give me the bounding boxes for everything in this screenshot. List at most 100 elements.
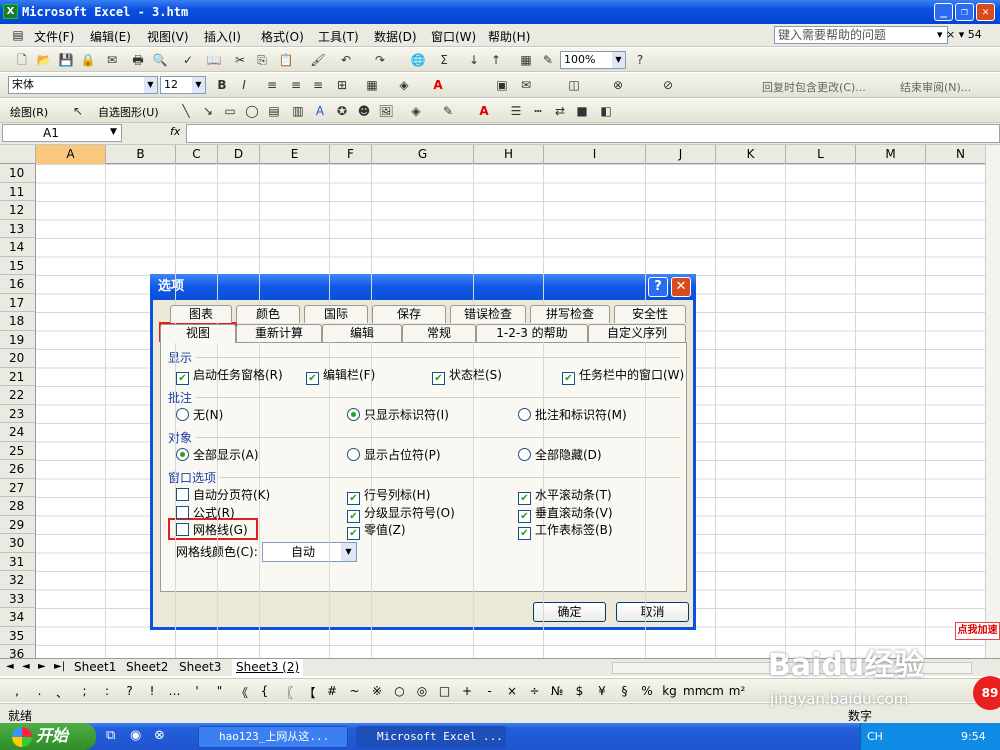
menu-view[interactable]: 视图(V): [147, 28, 189, 45]
window-option-9[interactable]: ✔ 工作表标签(B): [518, 522, 613, 540]
menu-format[interactable]: 格式(O): [261, 28, 304, 45]
arrow-icon[interactable]: ↘: [200, 103, 216, 119]
pointer-icon[interactable]: ↖: [70, 103, 86, 119]
row-header-16[interactable]: 16: [0, 275, 36, 294]
checkbox-icon[interactable]: [176, 488, 189, 501]
line-icon[interactable]: ╲: [178, 103, 194, 119]
italic-icon[interactable]: I: [236, 77, 252, 93]
column-header-g[interactable]: G: [372, 145, 474, 164]
symbol-button[interactable]: cm: [706, 684, 724, 698]
dialog-tab-6[interactable]: 拼写检查: [530, 305, 610, 323]
show-option-4[interactable]: ✔ 任务栏中的窗口(W): [562, 367, 684, 385]
permission-icon[interactable]: 🔒: [80, 52, 96, 68]
checkbox-icon[interactable]: ✔: [562, 372, 575, 385]
menu-insert[interactable]: 插入(I): [204, 28, 241, 45]
next-sheet-icon[interactable]: ►: [38, 661, 46, 672]
cancel-button[interactable]: 取消: [616, 602, 689, 622]
save-icon[interactable]: 💾: [58, 52, 74, 68]
name-box[interactable]: A1: [2, 124, 122, 142]
diagram-icon[interactable]: ✪: [334, 103, 350, 119]
row-header-17[interactable]: 17: [0, 293, 36, 312]
select-all[interactable]: [0, 145, 36, 164]
autosum-icon[interactable]: Σ: [436, 52, 452, 68]
column-header-d[interactable]: D: [218, 145, 260, 164]
print-icon[interactable]: 🖶: [130, 52, 146, 68]
rectangle-icon[interactable]: ▭: [222, 103, 238, 119]
window-option-8[interactable]: ✔ 零值(Z): [347, 522, 406, 540]
symbol-button[interactable]: m²: [728, 684, 746, 698]
textbox-icon[interactable]: ▤: [266, 103, 282, 119]
window-option-2[interactable]: ✔ 行号列标(H): [347, 487, 430, 505]
window-option-7[interactable]: 网格线(G): [176, 522, 248, 538]
font-color-draw-icon[interactable]: A: [476, 103, 492, 119]
row-header-14[interactable]: 14: [0, 238, 36, 257]
column-header-f[interactable]: F: [330, 145, 372, 164]
help-icon[interactable]: ?: [632, 52, 648, 68]
fill-color-icon[interactable]: ◈: [396, 77, 412, 93]
shadow-icon[interactable]: ■: [574, 103, 590, 119]
window-option-5[interactable]: ✔ 分级显示符号(O): [347, 505, 455, 523]
task-excel[interactable]: Microsoft Excel ...: [356, 726, 506, 748]
email-icon[interactable]: ✉: [104, 52, 120, 68]
paste-icon[interactable]: 📋: [278, 52, 294, 68]
column-header-l[interactable]: L: [786, 145, 856, 164]
reject-icon[interactable]: ⊗: [610, 77, 626, 93]
restore-button[interactable]: ❐: [955, 3, 974, 21]
row-header-33[interactable]: 33: [0, 589, 36, 608]
undo-icon[interactable]: ↶: [338, 52, 354, 68]
row-header-23[interactable]: 23: [0, 404, 36, 423]
font-size-select[interactable]: 12 ▼: [160, 76, 206, 94]
row-header-27[interactable]: 27: [0, 478, 36, 497]
font-select[interactable]: 宋体 ▼: [8, 76, 158, 94]
row-header-26[interactable]: 26: [0, 460, 36, 479]
symbol-button[interactable]: ¥: [593, 684, 611, 698]
symbol-button[interactable]: ": [211, 684, 229, 698]
symbol-button[interactable]: .: [31, 684, 49, 698]
object-option-2[interactable]: 显示占位符(P): [347, 447, 441, 463]
symbol-button[interactable]: №: [548, 684, 566, 698]
track-icon[interactable]: ◫: [566, 77, 582, 93]
window-option-4[interactable]: 公式(R): [176, 505, 235, 521]
sheet-tab-4[interactable]: Sheet3 (2): [232, 659, 304, 676]
spelling-icon[interactable]: ✓: [180, 52, 196, 68]
symbol-button[interactable]: ;: [76, 684, 94, 698]
column-header-a[interactable]: A: [36, 145, 106, 164]
wordart-icon[interactable]: A: [312, 103, 328, 119]
dialog-tab-row2-5[interactable]: 1-2-3 的帮助: [476, 324, 588, 342]
cut-icon[interactable]: ✂: [232, 52, 248, 68]
symbol-button[interactable]: ,: [8, 684, 26, 698]
symbol-button[interactable]: ?: [121, 684, 139, 698]
symbol-button[interactable]: ~: [346, 684, 364, 698]
radio-icon[interactable]: [518, 448, 531, 461]
column-header-h[interactable]: H: [474, 145, 544, 164]
row-header-20[interactable]: 20: [0, 349, 36, 368]
show-option-1[interactable]: ✔ 启动任务窗格(R): [176, 367, 283, 385]
window-option-1[interactable]: 自动分页符(K): [176, 487, 270, 503]
row-header-11[interactable]: 11: [0, 182, 36, 201]
symbol-button[interactable]: ◎: [413, 684, 431, 698]
column-header-e[interactable]: E: [260, 145, 330, 164]
first-sheet-icon[interactable]: ◄: [6, 661, 14, 672]
print-preview-icon[interactable]: 🔍: [152, 52, 168, 68]
picture-icon[interactable]: 🖼: [378, 103, 394, 119]
merge-center-icon[interactable]: ⊞: [334, 77, 350, 93]
dialog-tab-4[interactable]: 保存: [372, 305, 446, 323]
show-option-2[interactable]: ✔ 编辑栏(F): [306, 367, 375, 385]
end-review-button[interactable]: 结束审阅(N)...: [900, 79, 971, 95]
autoshapes-menu[interactable]: 自选图形(U): [98, 104, 159, 120]
chart-wizard-icon[interactable]: ▦: [518, 52, 534, 68]
dialog-help-button[interactable]: ?: [648, 277, 668, 297]
symbol-button[interactable]: …: [166, 684, 184, 698]
symbol-button[interactable]: -: [481, 684, 499, 698]
checkbox-icon[interactable]: ✔: [176, 372, 189, 385]
radio-icon[interactable]: [347, 408, 360, 421]
dialog-tab-5[interactable]: 错误检查: [450, 305, 526, 323]
menu-data[interactable]: 数据(D): [374, 28, 417, 45]
dialog-tab-row2-4[interactable]: 常规: [402, 324, 476, 342]
checkbox-icon[interactable]: ✔: [518, 492, 531, 505]
doc-icon[interactable]: ▤: [10, 27, 26, 43]
speed-badge[interactable]: 点我加速: [955, 622, 1000, 640]
row-header-24[interactable]: 24: [0, 423, 36, 442]
comment-option-1[interactable]: 无(N): [176, 407, 223, 423]
row-header-28[interactable]: 28: [0, 497, 36, 516]
